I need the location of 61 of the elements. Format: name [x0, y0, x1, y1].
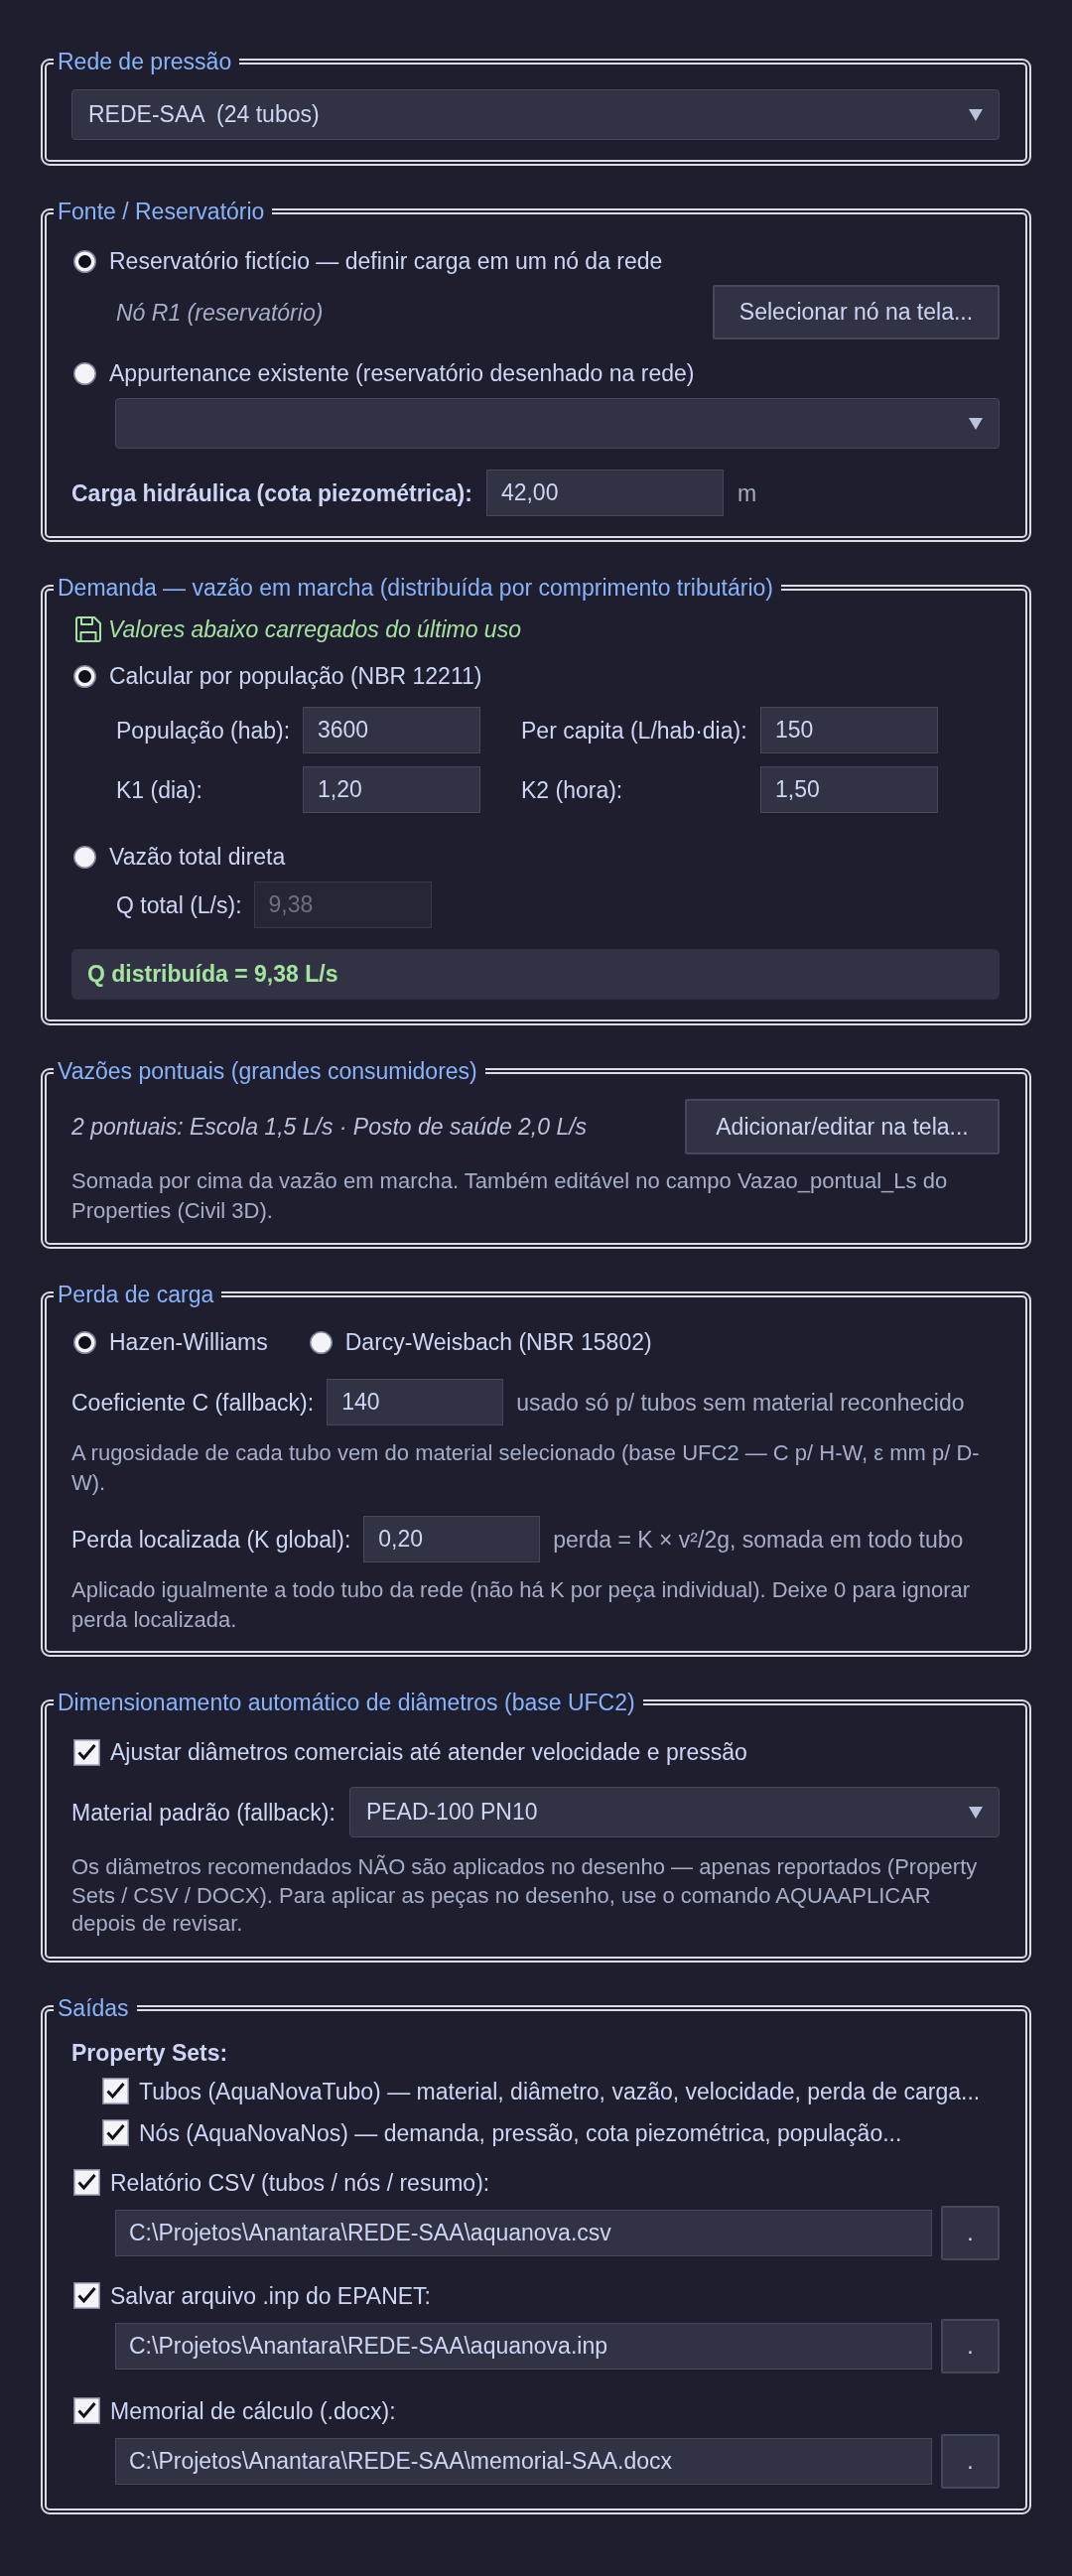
checkbox-option[interactable]: Nós (AquaNovaNos) — demanda, pressão, cota piezométrica, população...	[102, 2118, 902, 2147]
checkbox-option[interactable]: Relatório CSV (tubos / nós / resumo):	[73, 2168, 490, 2197]
edit-button[interactable]: Adicionar/editar na tela...	[685, 1099, 1000, 1154]
hint-text: Os diâmetros recomendados NÃO são aplicados no desenho — apenas reportados (Property Sets / CSV / DOCX). Para aplicar as peças no desenho, use o comando AQUAAPLICAR depois de revisar.	[71, 1853, 979, 1938]
section-label: Property Sets:	[71, 2038, 228, 2067]
field-label: População (hab):	[116, 716, 292, 745]
radio-option[interactable]: Hazen-Williams	[73, 1328, 268, 1356]
radio-option[interactable]: Vazão total direta	[73, 843, 286, 871]
field-note: perda = K × v²/2g, somada em todo tubo	[553, 1525, 964, 1554]
input-field[interactable]: 1,20	[303, 766, 480, 813]
path-field[interactable]: C:\Projetos\Anantara\REDE-SAA\memorial-SAA.docx	[115, 2437, 932, 2485]
input-field[interactable]: 1,50	[760, 766, 938, 813]
group-title: Dimensionamento automático de diâmetros (base UFC2)	[57, 1691, 636, 1714]
group-title: Rede de pressão	[57, 50, 233, 73]
dropdown[interactable]: PEAD-100 PN10	[348, 1787, 1000, 1837]
group-title: Demanda — vazão em marcha (distribuída por comprimento tributário)	[57, 576, 774, 600]
input-field[interactable]: 150	[760, 707, 938, 753]
field-label: Per capita (L/hab·dia):	[521, 716, 748, 745]
radio-option[interactable]: Appurtenance existente (reservatório desenhado na rede)	[73, 359, 695, 387]
checkbox-option[interactable]: Memorial de cálculo (.docx):	[73, 2396, 396, 2425]
hint-text: Aplicado igualmente a todo tubo da rede (não há K por peça individual). Deixe 0 para ignorar perda localizada.	[71, 1576, 972, 1634]
caret-icon	[969, 417, 983, 430]
group-title: Saídas	[57, 1995, 130, 2020]
browse-button[interactable]: .	[941, 2205, 1000, 2260]
browse-button[interactable]: .	[941, 2318, 1000, 2373]
path-field[interactable]: C:\Projetos\Anantara\REDE-SAA\aquanova.inp	[115, 2322, 932, 2370]
field-label: Carga hidráulica (cota piezométrica):	[71, 478, 472, 507]
input-field[interactable]: 42,00	[485, 470, 724, 516]
checkbox-option[interactable]: Ajustar diâmetros comerciais até atender velocidade e pressão	[73, 1738, 747, 1766]
group-title: Fonte / Reservatório	[57, 200, 266, 223]
hint-text: A rugosidade de cada tubo vem do material selecionado (base UFC2 — C p/ H-W, ε mm p/ D-W).	[71, 1439, 981, 1497]
input-field[interactable]: 0,20	[363, 1516, 541, 1562]
checkbox-option[interactable]: Salvar arquivo .inp do EPANET:	[73, 2281, 431, 2310]
caret-icon	[969, 1806, 983, 1819]
result-readout: Q distribuída = 9,38 L/s	[71, 949, 1000, 1000]
group-title: Perda de carga	[57, 1283, 215, 1306]
input-field[interactable]: 3600	[303, 707, 480, 753]
info-note: Valores abaixo carregados do último uso	[108, 615, 521, 643]
summary-text: 2 pontuais: Escola 1,5 L/s · Posto de saúde 2,0 L/s	[71, 1113, 588, 1141]
field-label: Coeficiente C (fallback):	[71, 1388, 315, 1417]
hint-text: Somada por cima da vazão em marcha. Também editável no campo Vazao_pontual_Ls do Properties (Civil 3D).	[71, 1167, 949, 1225]
radio-option[interactable]: Calcular por população (NBR 12211)	[73, 662, 482, 690]
checkbox-option[interactable]: Tubos (AquaNovaTubo) — material, diâmetro, vazão, velocidade, perda de carga...	[102, 2077, 981, 2105]
radio-option[interactable]: Darcy-Weisbach (NBR 15802)	[309, 1328, 652, 1356]
field-label: K2 (hora):	[521, 775, 624, 804]
field-label: Material padrão (fallback):	[71, 1798, 335, 1827]
dropdown[interactable]: REDE-SAA (24 tubos)	[71, 89, 1000, 140]
field-label: Perda localizada (K global):	[71, 1525, 351, 1554]
path-field[interactable]: C:\Projetos\Anantara\REDE-SAA\aquanova.csv	[115, 2209, 932, 2256]
radio-option[interactable]: Reservatório fictício — definir carga em um nó da rede	[73, 247, 663, 275]
caret-icon	[969, 108, 983, 121]
browse-button[interactable]: .	[941, 2433, 1000, 2489]
group-title: Vazões pontuais (grandes consumidores)	[57, 1059, 478, 1083]
select-node-button[interactable]: Selecionar nó na tela...	[713, 285, 1000, 339]
field-label: Q total (L/s):	[116, 890, 242, 919]
unit-label: m	[737, 478, 757, 507]
field-label: K1 (dia):	[116, 775, 203, 804]
selected-node-label: Nó R1 (reservatório)	[116, 298, 324, 327]
dropdown[interactable]	[115, 398, 1000, 449]
input-field[interactable]: 140	[327, 1379, 504, 1425]
field-note: usado só p/ tubos sem material reconhecido	[516, 1388, 965, 1417]
